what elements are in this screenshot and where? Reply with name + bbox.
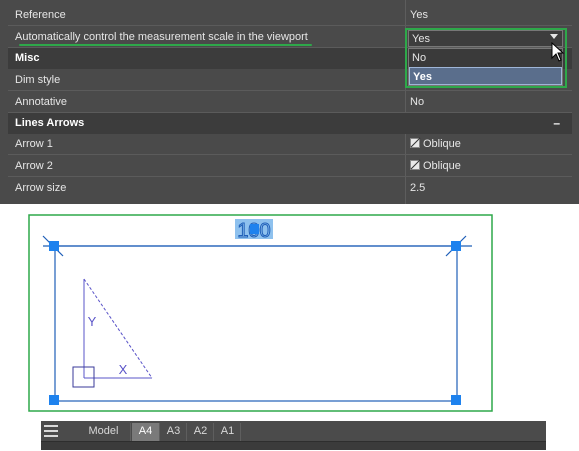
property-value[interactable]: Oblique	[410, 160, 461, 172]
property-value[interactable]: 2.5	[410, 182, 425, 194]
property-row-arrow-1[interactable]: Arrow 1 Oblique	[8, 134, 572, 155]
property-value[interactable]: No	[410, 96, 424, 108]
property-label: Reference	[15, 9, 66, 21]
arrow-type: Oblique	[423, 138, 461, 150]
section-lines-arrows[interactable]: Lines Arrows –	[8, 113, 572, 134]
property-row-reference[interactable]: Reference Yes	[8, 5, 572, 26]
property-row-arrow-size[interactable]: Arrow size 2.5	[8, 178, 572, 199]
dropdown-option-no[interactable]: No	[409, 49, 562, 67]
tab-a4[interactable]: A4	[132, 423, 160, 441]
tab-model[interactable]: Model	[77, 423, 131, 441]
tab-a3[interactable]: A3	[161, 423, 187, 441]
arrow-type: Oblique	[423, 160, 461, 172]
grip-bottom-left[interactable]	[49, 395, 59, 405]
combobox-value: Yes	[412, 33, 430, 45]
property-value[interactable]: Oblique	[410, 138, 461, 150]
property-label: Arrow size	[15, 182, 67, 194]
mouse-cursor-icon	[551, 42, 565, 62]
grip-bottom-right[interactable]	[451, 395, 461, 405]
oblique-arrow-icon	[410, 138, 420, 148]
auto-scale-combobox[interactable]: Yes	[408, 30, 563, 47]
property-row-arrow-2[interactable]: Arrow 2 Oblique	[8, 156, 572, 177]
grip-top-left[interactable]	[49, 241, 59, 251]
viewport-highlight-frame	[28, 214, 493, 412]
dropdown-arrow-icon[interactable]	[550, 34, 558, 39]
layout-tab-bar: Model A4 A3 A2 A1	[41, 421, 546, 450]
tab-a2[interactable]: A2	[188, 423, 214, 441]
section-title: Misc	[15, 52, 40, 64]
tab-a1[interactable]: A1	[215, 423, 241, 441]
section-title: Lines Arrows	[15, 117, 85, 129]
dropdown-option-yes[interactable]: Yes	[409, 67, 562, 85]
properties-panel: Reference Yes Automatically control the …	[0, 0, 579, 204]
property-value[interactable]: Yes	[410, 9, 428, 21]
property-label: Automatically control the measurement sc…	[15, 31, 308, 43]
drawing-canvas: 100 Y X	[28, 214, 493, 412]
ucs-icon: Y X	[72, 278, 153, 388]
property-row-annotative[interactable]: Annotative No	[8, 92, 572, 113]
combobox-dropdown: No Yes	[408, 48, 563, 86]
highlight-underline	[19, 44, 312, 46]
grip-top-right[interactable]	[451, 241, 461, 251]
layout-menu-icon[interactable]	[43, 424, 59, 438]
property-label: Arrow 1	[15, 138, 53, 150]
property-label: Dim style	[15, 74, 61, 86]
ucs-x-label: X	[119, 362, 128, 377]
collapse-icon[interactable]: –	[553, 116, 560, 130]
drawing-area: 100 Y X	[0, 206, 579, 416]
oblique-arrow-icon	[410, 160, 420, 170]
property-label: Arrow 2	[15, 160, 53, 172]
property-label: Annotative	[15, 96, 67, 108]
ucs-y-label: Y	[88, 314, 97, 329]
dimension-grip[interactable]	[250, 224, 259, 234]
